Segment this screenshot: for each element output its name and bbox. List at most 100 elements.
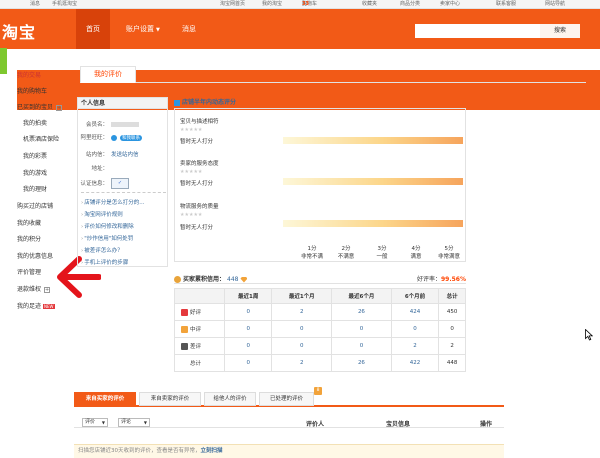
- sidebar-item-auction[interactable]: 我的拍卖: [23, 118, 47, 127]
- expand-icon[interactable]: +: [56, 105, 63, 111]
- rating-noscore-description: 暂时无人打分: [180, 139, 214, 145]
- help-link-penalty[interactable]: ›"炒作信用"如何处罚: [81, 234, 133, 242]
- help-link-mobile[interactable]: ›手机上评价的步骤: [81, 258, 128, 266]
- rating-icon: [174, 99, 180, 106]
- tab-my-reviews[interactable]: 我的评价: [80, 66, 136, 83]
- rating-stars-service: ★★★★★: [180, 169, 203, 175]
- member-name-redacted: [111, 122, 139, 127]
- topbar-link-site-nav[interactable]: 网站导航: [545, 0, 565, 8]
- buyer-icon: [174, 276, 181, 283]
- nav-messages[interactable]: 消息: [182, 9, 196, 49]
- sidebar-item-lottery[interactable]: 我的彩票: [23, 151, 47, 160]
- expand-icon[interactable]: +: [44, 287, 51, 293]
- credit-table-header: 最近1周 最近1个月 最近6个月 6个月前 总计: [174, 288, 466, 304]
- topbar-link-home[interactable]: 淘宝网首页: [220, 0, 245, 8]
- buyer-credit-value[interactable]: 448: [227, 276, 238, 283]
- contact-me-button[interactable]: 和我联系: [120, 135, 142, 141]
- scan-notice: 扫描您店铺近30天收到的评价，查看是否有异常，立刻扫描: [74, 444, 504, 458]
- processed-count-badge: 8: [314, 387, 322, 395]
- wangwang-icon: [111, 134, 117, 141]
- sidebar-item-games[interactable]: 我的游戏: [23, 168, 47, 177]
- rating-noscore-service: 暂时无人打分: [180, 181, 214, 187]
- col-actions: 操作: [480, 421, 493, 428]
- help-link-bad-review[interactable]: ›被差评怎么办？: [81, 246, 123, 254]
- nav-home[interactable]: 首页: [76, 9, 110, 49]
- topbar-link-messages[interactable]: 消息: [30, 0, 40, 8]
- member-name-row: 会员名：: [78, 120, 169, 128]
- col-reviewer: 评价人: [306, 421, 325, 428]
- info-divider: [81, 192, 166, 193]
- rating-label-logistics: 物流服务的质量: [180, 204, 219, 210]
- address-row: 地址：: [91, 166, 108, 172]
- mail-row: 站内信： 发送站内信: [85, 152, 139, 158]
- sidebar-item-refunds[interactable]: 退款维权 +: [17, 284, 51, 293]
- sidebar-item-travel[interactable]: 机票酒店保险: [23, 134, 59, 143]
- sidebar-item-finance[interactable]: 我的理财: [23, 184, 47, 193]
- good-rate: 好评率：99.56%: [416, 276, 466, 283]
- credit-table: 最近1周 最近1个月 最近6个月 6个月前 总计 好评 0 2 26 424 4…: [174, 288, 466, 372]
- review-filter-row: 评价 ▼ 评论 ▼ 评价人 宝贝信息 操作: [74, 414, 504, 428]
- rating-bar-service: [283, 178, 463, 185]
- table-row: 好评 0 2 26 424 450: [174, 303, 466, 321]
- help-link-rating[interactable]: ›店铺评分是怎么打分的...: [81, 198, 144, 206]
- buyer-credit-bar: 买家累积信用： 448 好评率：99.56%: [174, 272, 466, 284]
- chevron-down-icon: ▼: [101, 420, 105, 425]
- sidebar-item-cart[interactable]: 我的购物车: [17, 86, 47, 95]
- topbar-link-mobile[interactable]: 手机逛淘宝: [52, 0, 77, 8]
- top-utility-bar: 消息 手机逛淘宝 淘宝网首页 我的淘宝 🛒 购物车 33 收藏夹 商品分类 卖家中心…: [0, 0, 600, 9]
- shop-rating-panel: 店铺半年内动态评分 宝贝与描述相符 ★★★★★ 暂时无人打分 卖家的服务态度 ★…: [174, 97, 466, 262]
- tab-from-sellers[interactable]: 来自卖家的评价: [139, 392, 201, 406]
- bad-review-icon: [181, 343, 188, 350]
- site-header: 淘宝 首页 账户设置 ▼ 消息 搜索: [0, 9, 600, 49]
- topbar-link-categories[interactable]: 商品分类: [400, 0, 420, 8]
- sidebar-item-coupons[interactable]: 我的优惠信息: [17, 251, 53, 260]
- topbar-link-my-taobao[interactable]: 我的淘宝: [262, 0, 282, 8]
- tab-processed[interactable]: 已处理的评价: [259, 392, 314, 406]
- topbar-link-favorites[interactable]: 收藏夹: [362, 0, 377, 8]
- search-input[interactable]: [415, 24, 540, 38]
- scale-3: 3分 一般: [376, 246, 388, 260]
- topbar-link-support[interactable]: 联系客服: [496, 0, 516, 8]
- rating-bar-description: [283, 137, 463, 144]
- tab-from-buyers[interactable]: 来自买家的评价: [74, 392, 136, 406]
- good-review-icon: [181, 309, 188, 316]
- chevron-down-icon: ▼: [156, 27, 160, 33]
- nav-account-settings[interactable]: 账户设置 ▼: [126, 9, 160, 49]
- send-mail-link[interactable]: 发送站内信: [111, 152, 139, 158]
- shop-rating-box: 宝贝与描述相符 ★★★★★ 暂时无人打分 卖家的服务态度 ★★★★★ 暂时无人打…: [174, 108, 466, 262]
- neutral-review-icon: [181, 326, 188, 333]
- help-link-rules[interactable]: ›淘宝网评价规则: [81, 210, 123, 218]
- diamond-icon: [240, 276, 248, 283]
- sidebar-item-points[interactable]: 我的积分: [17, 234, 41, 243]
- sidebar-item-favorites[interactable]: 我的收藏: [17, 218, 41, 227]
- table-row: 总计 0 2 26 422 448: [174, 354, 466, 372]
- rating-stars-description: ★★★★★: [180, 127, 203, 133]
- tab-to-others[interactable]: 给他人的评价: [204, 392, 256, 406]
- comment-filter-select[interactable]: 评论 ▼: [118, 418, 150, 427]
- cart-count: 33: [302, 1, 309, 7]
- table-row: 中评 0 0 0 0 0: [174, 320, 466, 338]
- rating-filter-select[interactable]: 评价 ▼: [82, 418, 108, 427]
- sidebar-item-reviews[interactable]: 评价管理: [17, 267, 41, 276]
- sidebar-item-footprints[interactable]: 我的足迹 NEW: [17, 301, 55, 310]
- scale-2: 2分 不满意: [337, 246, 355, 260]
- scan-now-link[interactable]: 立刻扫描: [201, 448, 223, 454]
- personal-info-panel: 个人信息 会员名： 阿里旺旺： 和我联系 站内信： 发送站内信 地址： 认证信息： ✓…: [77, 97, 168, 267]
- new-badge: NEW: [43, 304, 55, 309]
- search-button[interactable]: 搜索: [540, 24, 580, 38]
- main-tab-divider: [80, 82, 586, 83]
- personal-info-title: 个人信息: [78, 98, 167, 109]
- col-item-info: 宝贝信息: [386, 421, 411, 428]
- buyer-credit-label: 买家累积信用： 448: [174, 274, 248, 283]
- taobao-logo[interactable]: 淘宝: [2, 19, 36, 43]
- side-feedback-tab[interactable]: [0, 48, 7, 74]
- help-link-edit[interactable]: ›评价如何修改和删除: [81, 222, 134, 230]
- scale-1: 1分 非常不满: [300, 246, 323, 260]
- topbar-link-seller-center[interactable]: 卖家中心: [440, 0, 460, 8]
- cert-row: 认证信息： ✓: [78, 178, 169, 189]
- wangwang-row: 阿里旺旺： 和我联系: [80, 134, 142, 141]
- sidebar-item-bought[interactable]: 已买到的宝贝 +: [17, 102, 63, 111]
- sidebar-item-shops[interactable]: 购买过的店铺: [17, 201, 53, 210]
- scale-5: 5分 非常满意: [437, 246, 460, 260]
- certification-icon[interactable]: ✓: [111, 178, 129, 189]
